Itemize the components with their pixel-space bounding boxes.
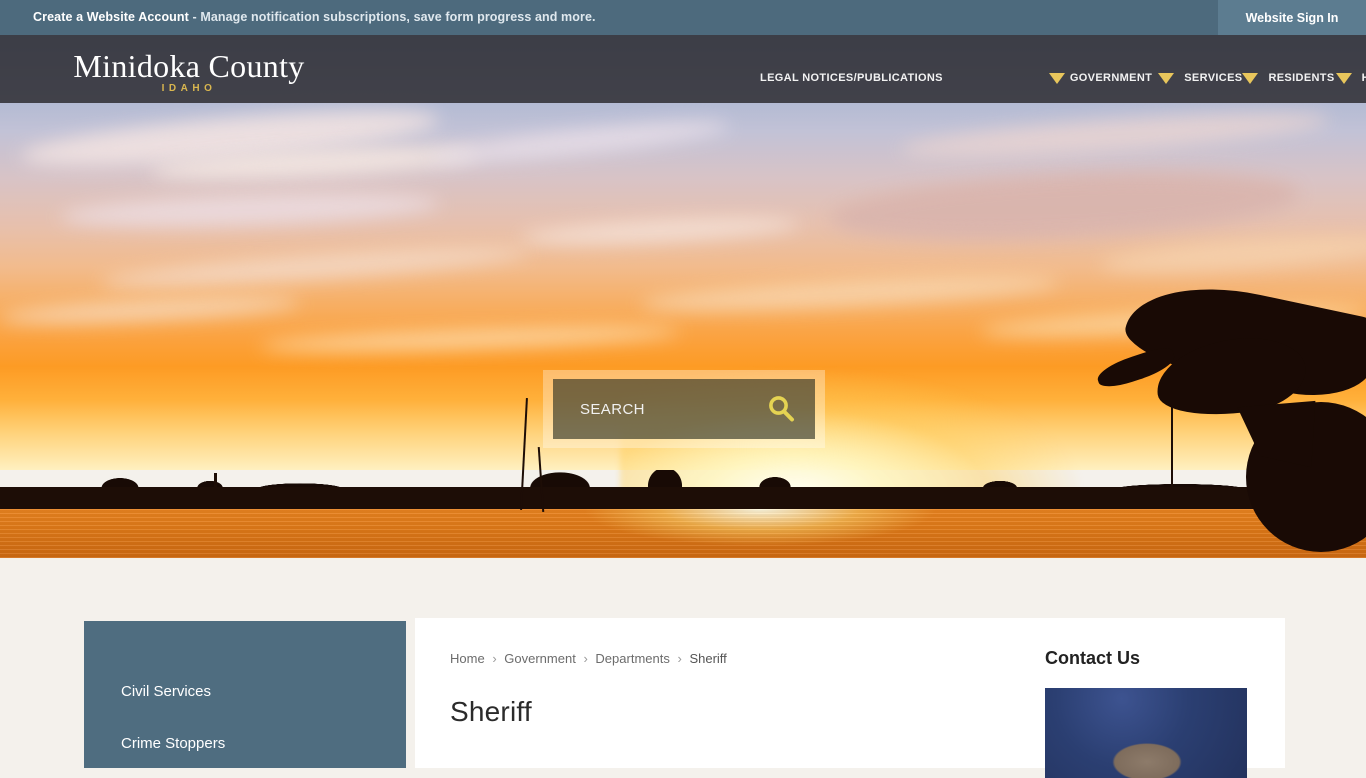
chevron-down-icon bbox=[1242, 72, 1259, 84]
account-notice: Create a Website Account - Manage notifi… bbox=[33, 10, 596, 24]
breadcrumb-sheriff: Sheriff bbox=[689, 651, 727, 666]
chevron-down-icon bbox=[1335, 72, 1352, 84]
logo-title: Minidoka County bbox=[73, 48, 305, 84]
nav-label: LEGAL NOTICES/PUBLICATIONS bbox=[760, 72, 943, 84]
breadcrumb-departments[interactable]: Departments bbox=[595, 651, 669, 666]
breadcrumb-home[interactable]: Home bbox=[450, 651, 485, 666]
search-field[interactable] bbox=[553, 379, 815, 439]
nav-label: SERVICES bbox=[1184, 72, 1243, 84]
nav-label: GOVERNMENT bbox=[1069, 72, 1153, 84]
nav-label: RESIDENTS bbox=[1268, 72, 1335, 84]
breadcrumb-separator: › bbox=[492, 651, 497, 666]
sidebar-item-civil-services[interactable]: Civil Services bbox=[121, 683, 211, 700]
create-account-link[interactable]: Create a Website Account bbox=[33, 10, 189, 24]
website-sign-in-button[interactable]: Website Sign In bbox=[1218, 0, 1366, 35]
chevron-down-icon[interactable] bbox=[1048, 72, 1065, 84]
main-navigation: LEGAL NOTICES/PUBLICATIONS GOVERNMENT SE… bbox=[755, 35, 1366, 103]
main-content-card: Home › Government › Departments › Sherif… bbox=[415, 618, 1285, 778]
site-header: Minidoka County IDAHO LEGAL NOTICES/PUBL… bbox=[0, 35, 1366, 103]
contact-us-panel: Contact Us bbox=[1045, 648, 1277, 778]
nav-item-legal-notices[interactable]: LEGAL NOTICES/PUBLICATIONS bbox=[755, 35, 948, 103]
breadcrumb-separator: › bbox=[677, 651, 682, 666]
breadcrumb-government[interactable]: Government bbox=[504, 651, 576, 666]
contact-us-heading: Contact Us bbox=[1045, 648, 1141, 668]
nav-item-how-do-i[interactable]: HOW DO I... bbox=[1357, 35, 1366, 103]
account-notice-text: - Manage notification subscriptions, sav… bbox=[188, 10, 596, 24]
sidebar-item-crime-stoppers[interactable]: Crime Stoppers bbox=[121, 735, 225, 752]
hero-search bbox=[543, 370, 825, 448]
site-logo[interactable]: Minidoka County IDAHO bbox=[44, 47, 334, 94]
search-input[interactable] bbox=[580, 398, 765, 420]
reed-silhouette bbox=[214, 473, 217, 509]
sheriff-portrait-photo bbox=[1045, 688, 1247, 778]
page-title: Sheriff bbox=[450, 696, 532, 727]
breadcrumb: Home › Government › Departments › Sherif… bbox=[450, 651, 727, 666]
chevron-down-icon bbox=[1158, 72, 1175, 84]
breadcrumb-separator: › bbox=[583, 651, 588, 666]
nav-item-government[interactable]: GOVERNMENT bbox=[1065, 35, 1179, 103]
nav-item-services[interactable]: SERVICES bbox=[1179, 35, 1263, 103]
search-icon bbox=[769, 396, 794, 422]
department-sidebar: Civil Services Crime Stoppers bbox=[84, 621, 406, 768]
search-button[interactable] bbox=[765, 393, 797, 425]
fish-silhouette bbox=[1094, 268, 1366, 558]
nav-item-residents[interactable]: RESIDENTS bbox=[1263, 35, 1356, 103]
utility-bar: Create a Website Account - Manage notifi… bbox=[0, 0, 1366, 35]
nav-label: HOW DO I... bbox=[1361, 72, 1366, 84]
